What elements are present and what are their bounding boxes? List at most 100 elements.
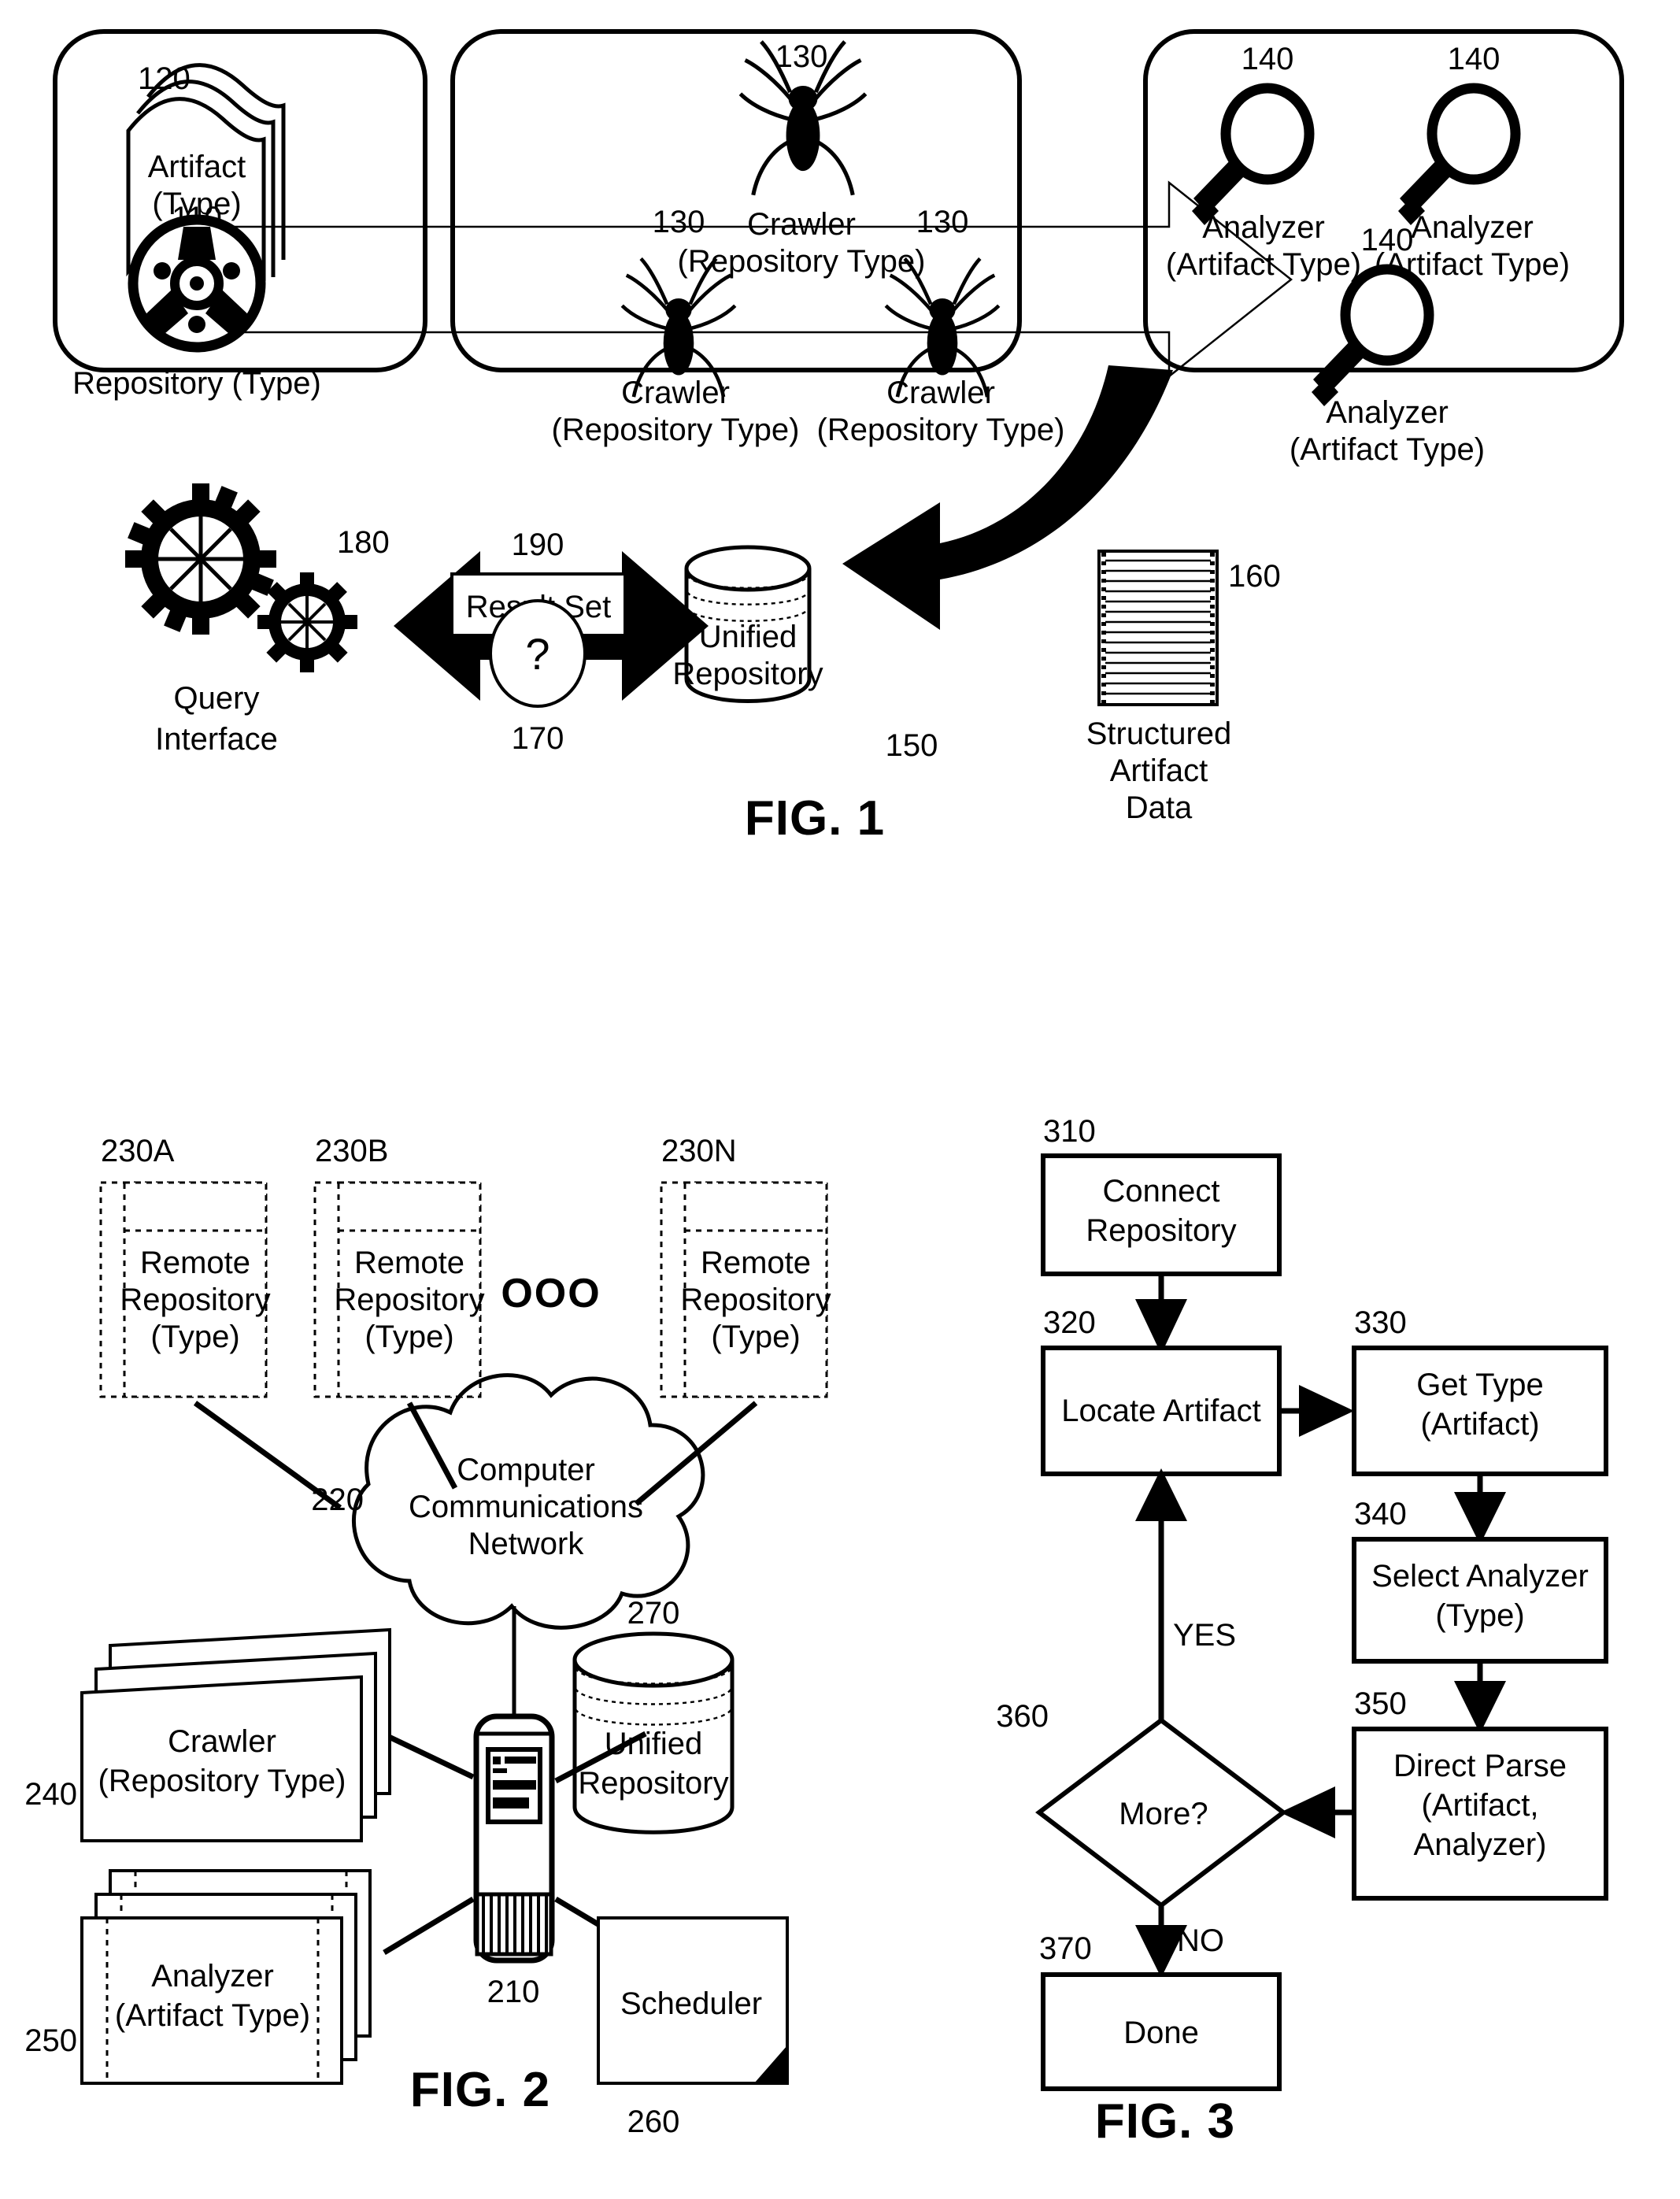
crawler-3-ref-label: 130 bbox=[916, 205, 969, 239]
query-interface-label-line1: Query bbox=[174, 681, 260, 716]
remote-repo-a-line3: (Type) bbox=[150, 1320, 239, 1354]
analyzer-3-label-line1: Analyzer bbox=[1326, 395, 1449, 430]
step-330-line1: Get Type bbox=[1416, 1368, 1544, 1402]
step-340-line2: (Type) bbox=[1435, 1598, 1524, 1633]
repo-b-network-link bbox=[406, 1401, 458, 1490]
step-320-line1: Locate Artifact bbox=[1061, 1394, 1260, 1428]
crawler-2-label-line2: (Repository Type) bbox=[552, 413, 800, 447]
step-330-ref-label: 330 bbox=[1354, 1305, 1407, 1340]
server-tower-icon bbox=[473, 1713, 555, 1964]
server-ref-label: 210 bbox=[487, 1975, 540, 2009]
remote-repo-a-line2: Repository bbox=[120, 1283, 270, 1317]
crawler-1-ref-label: 130 bbox=[775, 39, 828, 74]
step-350-line2: (Artifact, bbox=[1422, 1788, 1539, 1823]
network-line1: Computer bbox=[457, 1453, 595, 1487]
step-350-line1: Direct Parse bbox=[1393, 1749, 1567, 1783]
structured-data-label-line1: Structured bbox=[1086, 716, 1232, 751]
unified-repository-label-line2: Repository bbox=[672, 657, 823, 691]
arrow-350-to-360 bbox=[1280, 1786, 1354, 1838]
crawler-fig2-line2: (Repository Type) bbox=[98, 1764, 346, 1798]
query-interface-ref-label: 180 bbox=[337, 525, 390, 560]
figure-3-caption: FIG. 3 bbox=[1095, 2094, 1235, 2149]
crawler-fig2-ref-label: 240 bbox=[24, 1777, 77, 1812]
artifact-ref-label: 120 bbox=[138, 61, 191, 96]
arrow-320-to-330 bbox=[1279, 1385, 1354, 1437]
figure-2: 230A Remote Repository (Type) 230B Remot… bbox=[24, 1134, 831, 2139]
crawler-fig2-line1: Crawler bbox=[168, 1724, 276, 1759]
figure-1: 120 Artifact (Type) 110 Repository (Type… bbox=[53, 29, 1624, 846]
patent-drawing-sheet: 120 Artifact (Type) 110 Repository (Type… bbox=[0, 0, 1680, 2199]
analyzer-1-label-line1: Analyzer bbox=[1202, 210, 1325, 245]
figure-3: 310 Connect Repository 320 Locate Artifa… bbox=[996, 1114, 1608, 2149]
analyzer-2-label-line1: Analyzer bbox=[1411, 210, 1534, 245]
structured-artifact-data-icon bbox=[1097, 550, 1219, 706]
structured-data-label-line3: Data bbox=[1126, 790, 1193, 825]
step-340-ref-label: 340 bbox=[1354, 1497, 1407, 1531]
analyzer-1-label-line2: (Artifact Type) bbox=[1166, 247, 1361, 282]
remote-repo-b-line3: (Type) bbox=[364, 1320, 453, 1354]
unified-repo-fig2-ref-label: 270 bbox=[627, 1596, 680, 1631]
step-310-line2: Repository bbox=[1086, 1213, 1236, 1248]
remote-repo-b-line2: Repository bbox=[334, 1283, 484, 1317]
unified-repository-ref-label: 150 bbox=[886, 728, 938, 763]
branch-yes-label: YES bbox=[1173, 1618, 1236, 1653]
branch-no-label: NO bbox=[1177, 1923, 1224, 1958]
step-310-line1: Connect bbox=[1103, 1174, 1220, 1209]
step-350-line3: Analyzer) bbox=[1414, 1827, 1547, 1862]
step-310-ref-label: 310 bbox=[1043, 1114, 1096, 1149]
structured-data-ref-label: 160 bbox=[1228, 559, 1281, 594]
figure-1-caption: FIG. 1 bbox=[745, 791, 885, 846]
analyzer-1-ref-label: 140 bbox=[1241, 42, 1294, 76]
scheduler-ref-label: 260 bbox=[627, 2105, 680, 2139]
repo-n-network-link bbox=[634, 1401, 758, 1506]
remote-repo-n-line2: Repository bbox=[680, 1283, 831, 1317]
arrow-310-to-320 bbox=[1135, 1274, 1187, 1354]
remote-repo-b-line1: Remote bbox=[354, 1246, 464, 1280]
crawler-3-label-line2: (Repository Type) bbox=[817, 413, 1065, 447]
remote-repo-a-line1: Remote bbox=[140, 1246, 250, 1280]
analyzer-3-label-line2: (Artifact Type) bbox=[1290, 432, 1485, 467]
unified-repo-fig2-line1: Unified bbox=[605, 1727, 703, 1761]
analyzer-fig2-ref-label: 250 bbox=[24, 2023, 77, 2058]
step-350-ref-label: 350 bbox=[1354, 1686, 1407, 1721]
step-340-line1: Select Analyzer bbox=[1371, 1559, 1589, 1594]
question-mark: ? bbox=[525, 629, 550, 679]
analyzer-fig2-line2: (Artifact Type) bbox=[115, 1998, 310, 2033]
analyzer-fig2-line1: Analyzer bbox=[151, 1959, 274, 1994]
crawler-2-ref-label: 130 bbox=[653, 205, 705, 239]
step-370-ref-label: 370 bbox=[1039, 1931, 1092, 1966]
step-360-ref-label: 360 bbox=[996, 1699, 1049, 1734]
step-330-line2: (Artifact) bbox=[1420, 1407, 1539, 1442]
server-crawler-link bbox=[386, 1733, 475, 1780]
step-360-line1: More? bbox=[1119, 1797, 1208, 1831]
repository-ellipsis: OOO bbox=[501, 1271, 601, 1316]
unified-repo-fig2-line2: Repository bbox=[578, 1766, 728, 1801]
analyzer-2-ref-label: 140 bbox=[1448, 42, 1501, 76]
remote-repo-n-ref-label: 230N bbox=[661, 1134, 737, 1168]
artifact-label-line1: Artifact bbox=[148, 150, 246, 184]
network-line2: Communications bbox=[409, 1490, 643, 1524]
step-320-ref-label: 320 bbox=[1043, 1305, 1096, 1340]
analyzer-3-ref-label: 140 bbox=[1361, 223, 1414, 257]
remote-repo-n-line1: Remote bbox=[701, 1246, 811, 1280]
structured-data-label-line2: Artifact bbox=[1110, 753, 1208, 788]
crawler-3-label-line1: Crawler bbox=[886, 376, 995, 410]
arrow-330-to-340 bbox=[1454, 1474, 1506, 1545]
remote-repo-b-ref-label: 230B bbox=[315, 1134, 388, 1168]
server-analyzer-link bbox=[383, 1897, 475, 1955]
arrow-340-to-350 bbox=[1454, 1661, 1506, 1734]
crawler-2-label-line1: Crawler bbox=[621, 376, 730, 410]
repository-label: Repository (Type) bbox=[72, 366, 321, 401]
query-interface-gears-icon bbox=[125, 483, 357, 672]
arrow-360-yes-to-320 bbox=[1135, 1468, 1187, 1720]
result-set-ref-label: 190 bbox=[512, 528, 564, 562]
unified-repository-label-line1: Unified bbox=[699, 620, 797, 654]
step-370-line1: Done bbox=[1123, 2016, 1199, 2050]
network-ref-label: 220 bbox=[311, 1483, 364, 1517]
crawler-1-label-line1: Crawler bbox=[747, 207, 856, 242]
figure-2-caption: FIG. 2 bbox=[410, 2063, 550, 2117]
question-ref-label: 170 bbox=[512, 721, 564, 756]
scheduler-label: Scheduler bbox=[620, 1986, 762, 2021]
network-line3: Network bbox=[468, 1527, 585, 1561]
query-interface-label-line2: Interface bbox=[155, 722, 278, 757]
